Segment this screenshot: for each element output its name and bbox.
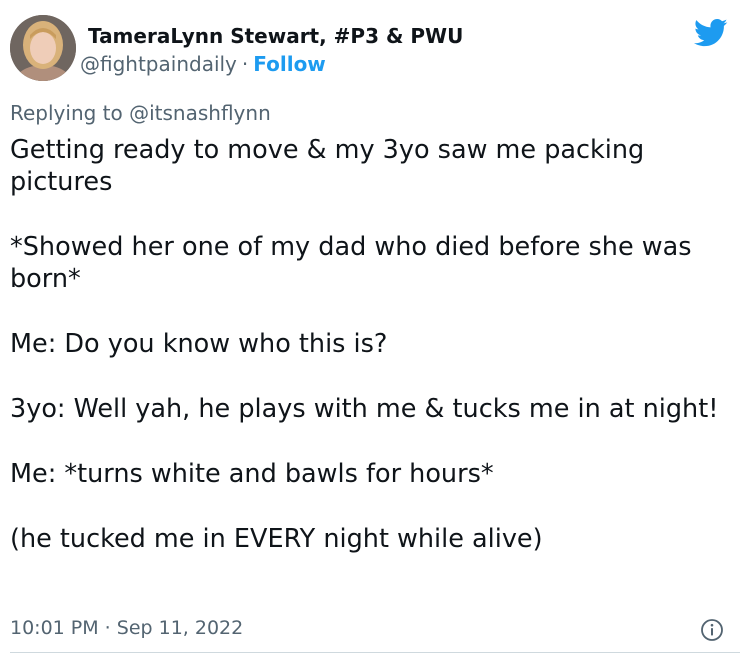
reply-context[interactable]: Replying to @itsnashflynn [10, 101, 271, 125]
tweet-paragraph: Me: *turns white and bawls for hours* [10, 459, 494, 489]
tweet-text: Getting ready to move & my 3yo saw me pa… [10, 134, 730, 555]
tweet-paragraph: (he tucked me in EVERY night while alive… [10, 524, 543, 554]
author-handle[interactable]: @fightpaindaily [80, 52, 237, 76]
tweet-paragraph: Getting ready to move & my 3yo saw me pa… [10, 135, 645, 197]
tweet-paragraph: *Showed her one of my dad who died befor… [10, 232, 692, 294]
tweet-paragraph: Me: Do you know who this is? [10, 329, 388, 359]
divider [10, 652, 740, 653]
follow-button[interactable]: Follow [253, 52, 326, 76]
tweet-timestamp[interactable]: 10:01 PM · Sep 11, 2022 [10, 617, 243, 639]
separator-dot: · [241, 52, 249, 76]
info-icon[interactable] [700, 618, 724, 642]
tweet-card: TameraLynn Stewart, #P3 & PWU @fightpain… [0, 0, 750, 665]
author-display-name[interactable]: TameraLynn Stewart, #P3 & PWU [88, 24, 463, 48]
author-handle-line: @fightpaindaily · Follow [80, 52, 326, 76]
tweet-paragraph: 3yo: Well yah, he plays with me & tucks … [10, 394, 719, 424]
twitter-bird-icon[interactable] [694, 18, 728, 48]
avatar[interactable] [10, 15, 76, 81]
